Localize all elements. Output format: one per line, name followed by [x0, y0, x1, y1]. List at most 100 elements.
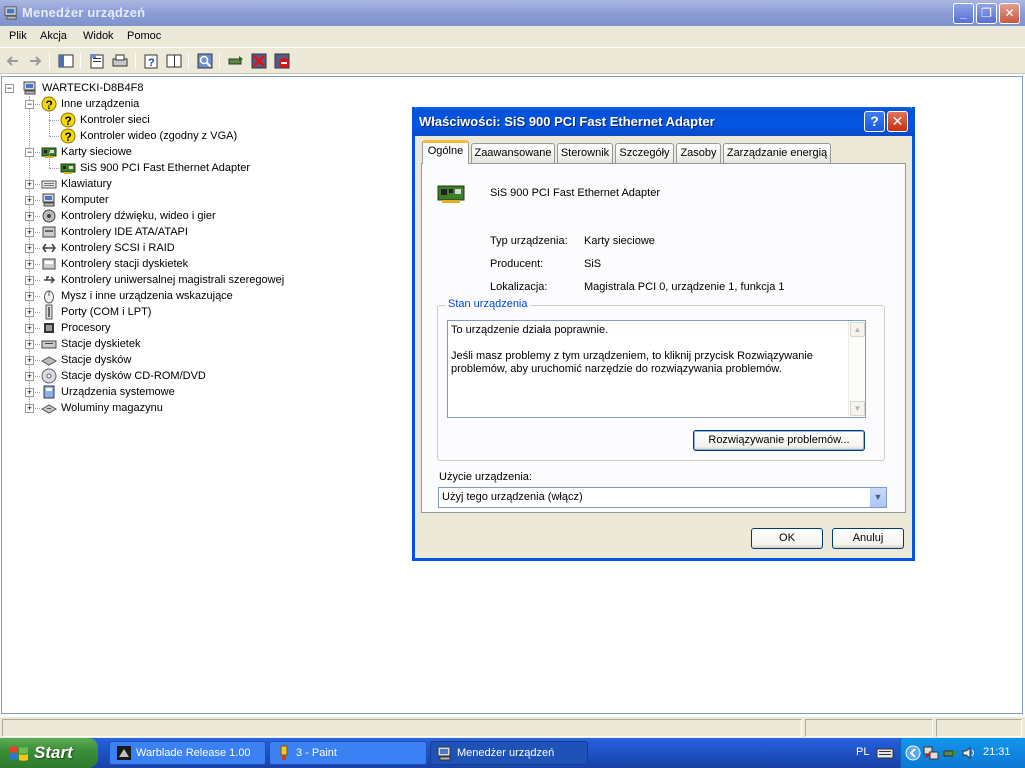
device-usage-value: Użyj tego urządzenia (włącz) [442, 491, 583, 503]
svg-text:?: ? [65, 130, 72, 144]
properties-icon[interactable] [88, 52, 106, 70]
tree-item-label: Karty sieciowe [61, 146, 132, 158]
menu-akcja[interactable]: Akcja [40, 30, 67, 42]
safely-remove-hardware-icon[interactable] [942, 745, 958, 761]
toolbar-separator [219, 53, 220, 69]
collapse-icon[interactable]: − [25, 148, 34, 157]
expand-icon[interactable]: + [25, 308, 34, 317]
device-usage-select[interactable]: Użyj tego urządzenia (włącz) ▼ [438, 487, 887, 508]
tab-szczegoly[interactable]: Szczegóły [615, 143, 674, 163]
expand-icon[interactable]: + [25, 340, 34, 349]
print-icon[interactable] [111, 52, 129, 70]
device-manager-icon [4, 6, 17, 20]
expand-icon[interactable]: + [25, 404, 34, 413]
expand-icon[interactable]: + [25, 212, 34, 221]
taskbar-button-paint[interactable]: 3 - Paint [269, 741, 427, 765]
scsi-icon [42, 243, 56, 253]
floppy-drive-icon [41, 340, 57, 349]
expand-icon[interactable]: + [25, 292, 34, 301]
toolbar-separator [135, 53, 136, 69]
expand-icon[interactable]: + [25, 276, 34, 285]
show-hidden-icons-icon[interactable] [905, 745, 921, 761]
port-icon [45, 304, 53, 320]
expand-icon[interactable]: + [25, 244, 34, 253]
volume-icon[interactable] [961, 745, 977, 761]
usb-icon [44, 276, 56, 284]
tree-item-label: SiS 900 PCI Fast Ethernet Adapter [80, 162, 250, 174]
status-cell [936, 719, 1022, 737]
device-manager-icon [437, 746, 451, 761]
restore-icon: ❐ [981, 6, 992, 20]
scroll-up-icon[interactable]: ▲ [850, 322, 865, 337]
unknown-device-icon: ? [60, 112, 76, 128]
device-status-legend: Stan urządzenia [446, 298, 530, 310]
expand-icon[interactable]: + [25, 324, 34, 333]
forward-arrow-icon[interactable] [26, 52, 44, 70]
status-cell-main [2, 719, 802, 737]
status-line-1: To urządzenie działa poprawnie. [451, 324, 609, 336]
restore-button[interactable]: ❐ [976, 3, 997, 24]
expand-icon[interactable]: + [25, 388, 34, 397]
scroll-down-icon[interactable]: ▼ [850, 401, 865, 416]
uninstall-icon[interactable] [250, 52, 268, 70]
device-usage-label: Użycie urządzenia: [439, 471, 532, 483]
network-card-icon [60, 163, 76, 174]
taskbar-button-device-manager[interactable]: Menedżer urządzeń [430, 741, 588, 765]
menu-widok[interactable]: Widok [83, 30, 114, 42]
properties-dialog: Właściwości: SiS 900 PCI Fast Ethernet A… [412, 107, 915, 561]
task-label: Warblade Release 1.00 [136, 747, 251, 759]
close-button[interactable]: ✕ [999, 3, 1020, 24]
tab-zarzadzanie-energia[interactable]: Zarządzanie energią [723, 143, 831, 163]
show-hide-console-tree-icon[interactable] [57, 52, 75, 70]
keyboard-layout-icon[interactable] [876, 746, 894, 760]
expand-icon[interactable]: + [25, 372, 34, 381]
device-status-group: Stan urządzenia To urządzenie działa pop… [437, 298, 885, 461]
disable-device-icon[interactable] [273, 52, 291, 70]
tab-zaawansowane[interactable]: Zaawansowane [471, 143, 555, 163]
menu-plik[interactable]: Plik [9, 30, 27, 42]
expand-icon[interactable]: + [25, 180, 34, 189]
network-tray-icon[interactable] [923, 745, 939, 761]
expand-icon[interactable]: + [25, 196, 34, 205]
language-indicator[interactable]: PL [856, 746, 869, 758]
troubleshoot-button[interactable]: Rozwiązywanie problemów... [693, 430, 865, 451]
tree-item-label: Mysz i inne urządzenia wskazujące [61, 290, 233, 302]
unknown-device-icon: ? [60, 128, 76, 144]
device-status-textbox[interactable]: To urządzenie działa poprawnie. Jeśli ma… [447, 320, 866, 418]
help-icon: ? [870, 113, 879, 129]
minimize-button[interactable]: _ [953, 3, 974, 24]
chevron-down-icon[interactable]: ▼ [869, 488, 886, 507]
tab-ogolne[interactable]: Ogólne [422, 140, 469, 164]
status-line-2: Jeśli masz problemy z tym urządzeniem, t… [451, 350, 816, 375]
dialog-close-button[interactable]: ✕ [887, 111, 908, 132]
expand-icon[interactable]: + [25, 356, 34, 365]
update-driver-icon[interactable] [227, 52, 245, 70]
device-type-label: Typ urządzenia: [490, 235, 568, 247]
cancel-button[interactable]: Anuluj [832, 528, 904, 549]
back-arrow-icon[interactable] [4, 52, 22, 70]
collapse-icon[interactable]: − [5, 84, 14, 93]
tree-item-label: Kontrolery uniwersalnej magistrali szere… [61, 274, 285, 286]
status-scrollbar[interactable]: ▲ ▼ [848, 321, 865, 417]
help-icon[interactable]: ? [142, 52, 160, 70]
start-button[interactable]: Start [0, 738, 98, 768]
toolbar-separator [49, 53, 50, 69]
cdrom-icon [41, 368, 57, 384]
toolbar: ? [0, 48, 1025, 74]
tab-sterownik[interactable]: Sterownik [557, 143, 613, 163]
menu-pomoc[interactable]: Pomoc [127, 30, 161, 42]
tree-item-label: Stacje dysków CD-ROM/DVD [61, 370, 206, 382]
expand-icon[interactable]: + [25, 228, 34, 237]
ok-button[interactable]: OK [751, 528, 823, 549]
tab-zasoby[interactable]: Zasoby [676, 143, 721, 163]
taskbar-button-warblade[interactable]: Warblade Release 1.00 [109, 741, 266, 765]
dialog-help-button[interactable]: ? [864, 111, 885, 132]
scan-hardware-changes-icon[interactable] [196, 52, 214, 70]
show-hide-action-pane-icon[interactable] [165, 52, 183, 70]
clock[interactable]: 21:31 [983, 746, 1011, 758]
tree-item-label: Kontroler sieci [80, 114, 150, 126]
expand-icon[interactable]: + [25, 260, 34, 269]
collapse-icon[interactable]: − [25, 100, 34, 109]
tree-item-label: Kontrolery dźwięku, wideo i gier [61, 210, 216, 222]
storage-volume-icon [41, 404, 57, 414]
